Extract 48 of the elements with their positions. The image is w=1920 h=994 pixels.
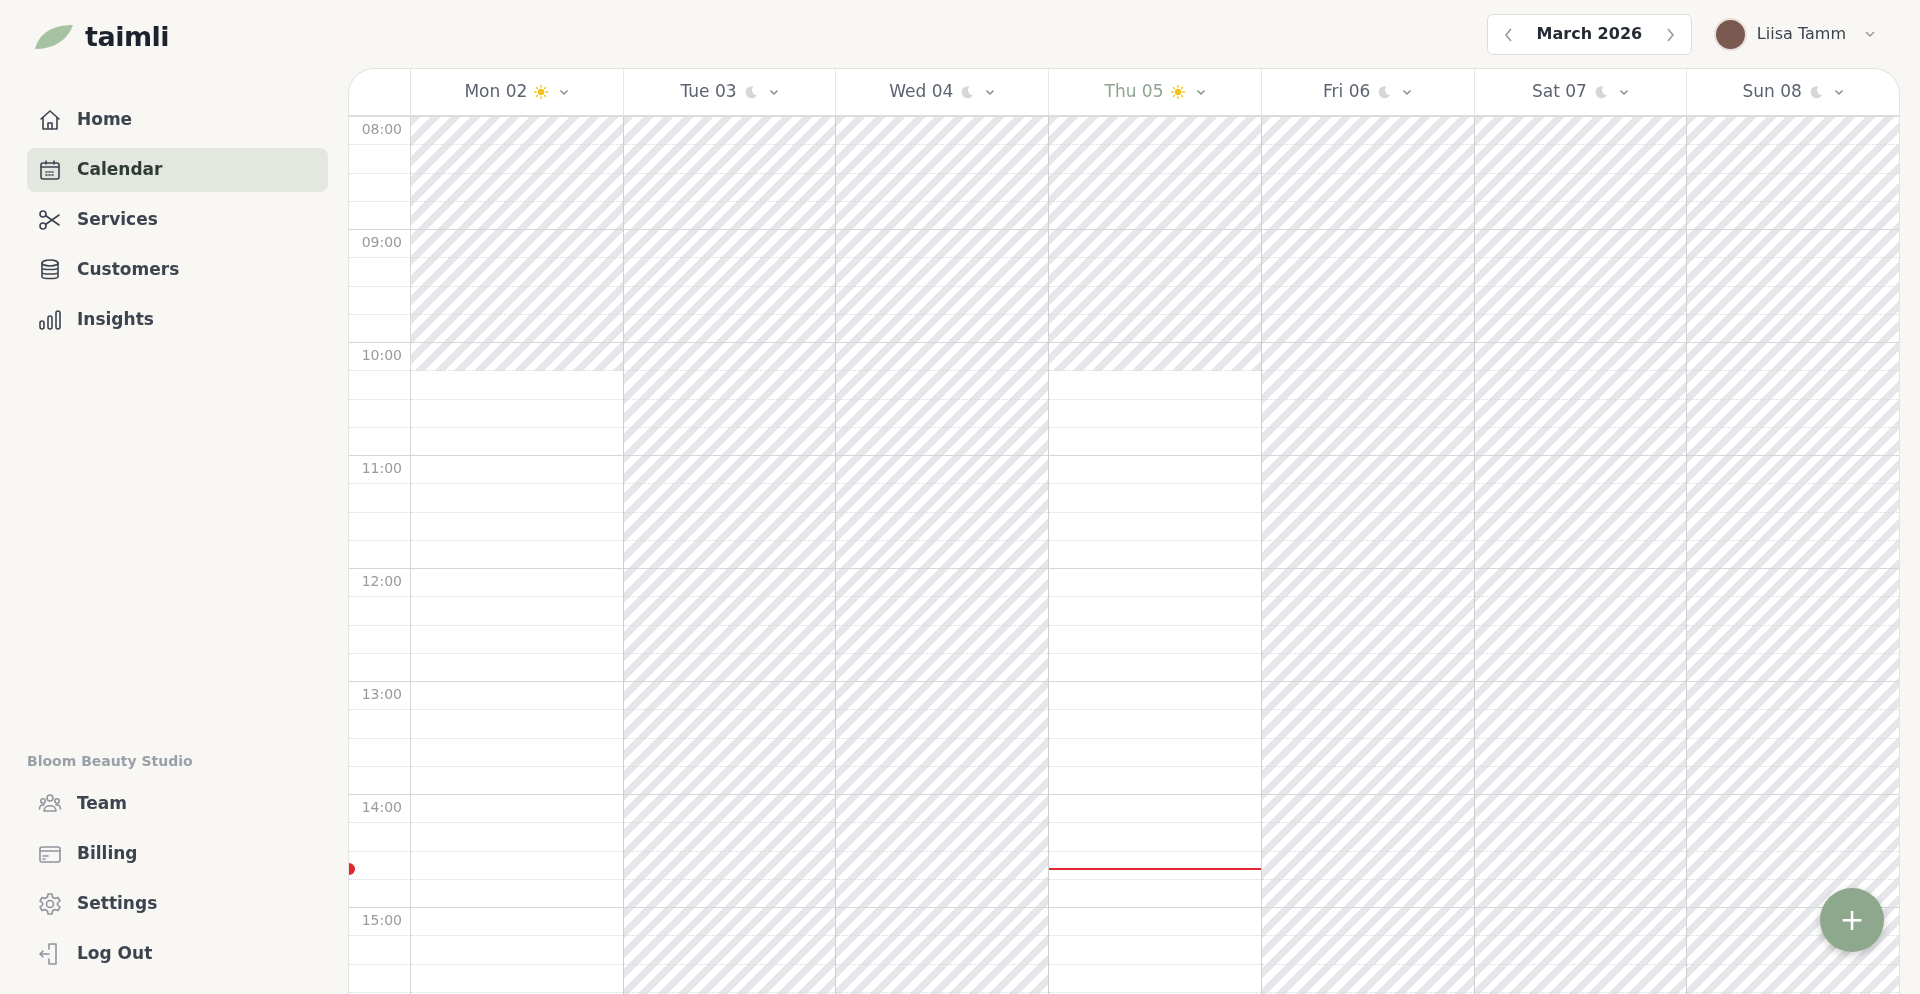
sun-icon (533, 84, 550, 100)
time-label: 12:00 (361, 572, 403, 591)
sidebar-item[interactable]: Calendar (27, 148, 328, 192)
sun-icon (1169, 84, 1186, 100)
time-label: 10:00 (361, 346, 403, 365)
caret-icon (985, 88, 996, 96)
chevron-right-icon (1664, 27, 1675, 42)
house-icon (37, 107, 63, 133)
caret-icon (1402, 88, 1413, 96)
caret-icon (768, 88, 779, 96)
sidebar-item[interactable]: Home (27, 98, 328, 142)
sidebar-item[interactable]: Services (27, 198, 328, 242)
caret-icon (1618, 88, 1629, 96)
chevron-left-icon (1503, 27, 1514, 42)
time-label: 15:00 (361, 911, 403, 930)
bar-chart-icon (37, 307, 63, 333)
time-label: 11:00 (361, 459, 403, 478)
sidebar-item[interactable]: Log Out (27, 932, 328, 976)
moon-icon (1376, 84, 1393, 100)
user-avatar[interactable] (1713, 17, 1747, 51)
day-header[interactable]: Sat 07 (1474, 69, 1688, 115)
sidebar-item[interactable]: Team (27, 782, 328, 826)
calendar-icon (37, 157, 63, 183)
month-label: March 2026 (1536, 23, 1643, 45)
day-header[interactable]: Mon 02 (411, 69, 624, 115)
time-label: 08:00 (361, 120, 403, 139)
caret-icon (559, 88, 570, 96)
time-label: 09:00 (361, 233, 403, 252)
brand-name: taimli (85, 19, 170, 54)
time-label: 14:00 (361, 798, 403, 817)
section-title: Bloom Beauty Studio (27, 752, 194, 771)
sidebar-item[interactable]: Billing (27, 832, 328, 876)
moon-icon (959, 84, 976, 100)
day-header[interactable]: Fri 06 (1261, 69, 1475, 115)
sidebar-item[interactable]: Settings (27, 882, 328, 926)
user-name[interactable]: Liisa Tamm (1756, 22, 1846, 46)
day-header[interactable]: Sun 08 (1687, 69, 1899, 115)
day-header[interactable]: Tue 03 (623, 69, 837, 115)
caret-icon (1195, 88, 1206, 96)
settings-icon (37, 891, 63, 917)
time-label: 13:00 (361, 685, 403, 704)
caret-icon (1833, 88, 1844, 96)
caret-icon[interactable] (1864, 30, 1876, 38)
day-header[interactable]: Wed 04 (836, 69, 1050, 115)
sidebar-item[interactable]: Insights (27, 298, 328, 342)
scissors-icon (37, 207, 63, 233)
leaf-logo-icon (33, 23, 75, 51)
sidebar-item[interactable]: Customers (27, 248, 328, 292)
